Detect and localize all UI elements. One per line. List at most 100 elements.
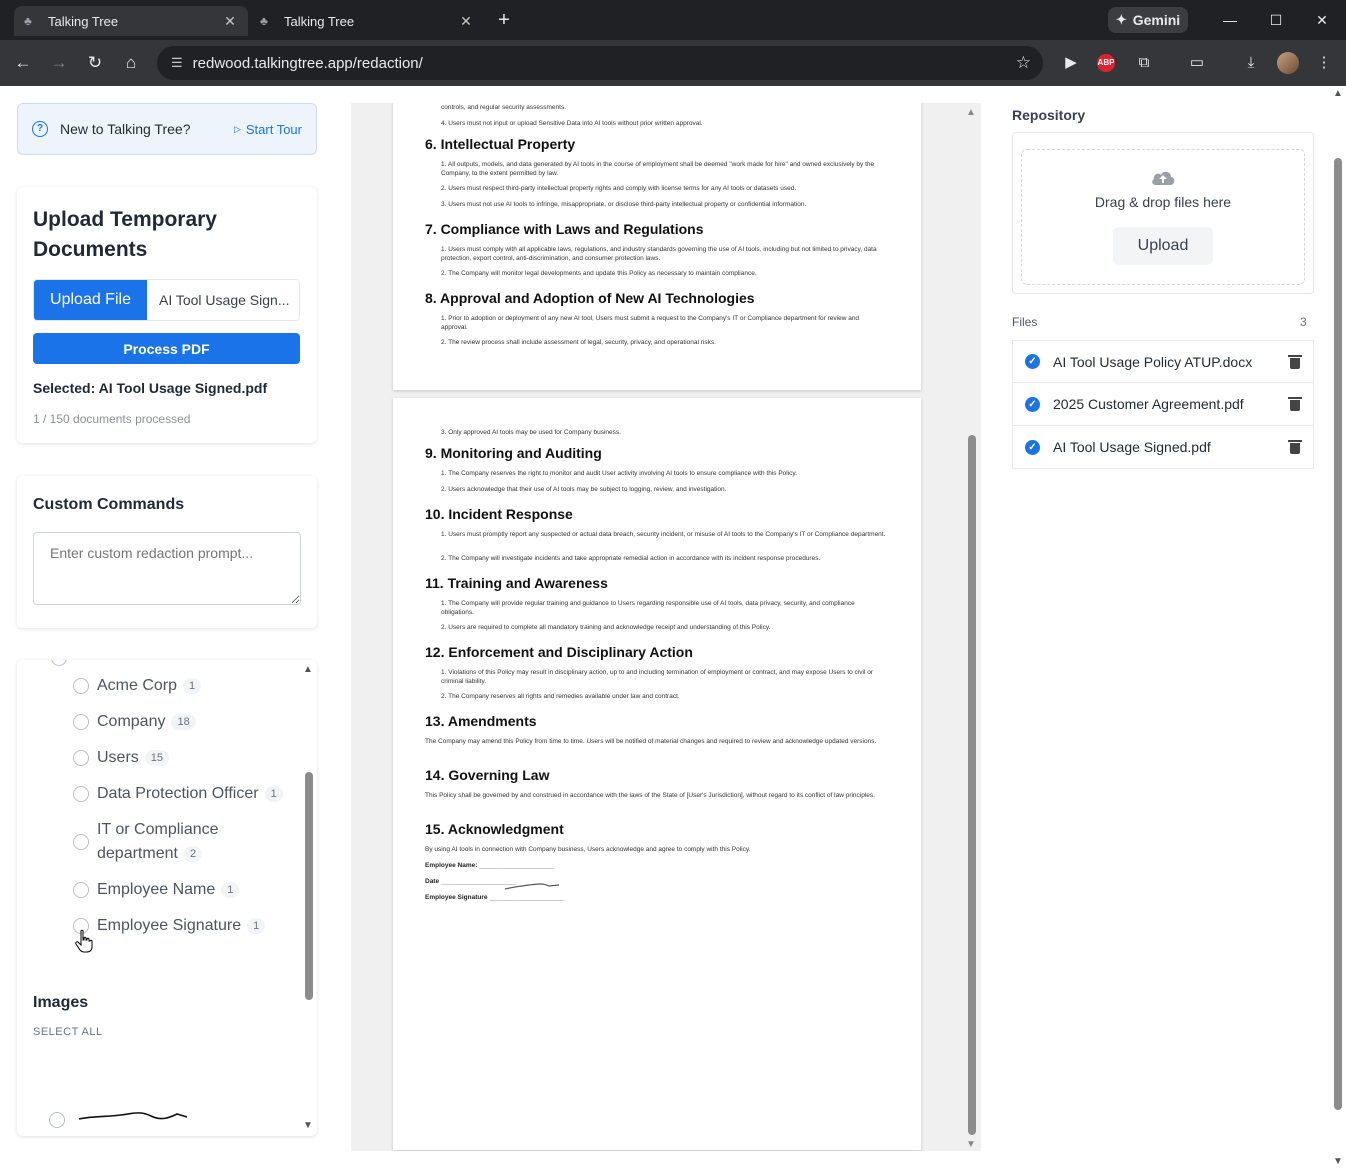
url-text[interactable]: redwood.talkingtree.app/redaction/ [193,55,1016,72]
entity-radio-acme-corp[interactable] [73,678,89,694]
files-title: Files [1012,315,1038,329]
doc-paragraph: This Policy shall be governed by and con… [425,792,875,799]
new-tab-button[interactable]: + [492,9,516,33]
doc-heading: 9. Monitoring and Auditing [425,445,602,461]
browser-toolbar: ← → ↻ ⌂ ☰ redwood.talkingtree.app/redact… [0,40,1346,86]
signature-image-thumbnail[interactable] [77,1108,189,1124]
address-bar[interactable]: ☰ redwood.talkingtree.app/redaction/ ☆ [157,46,1043,80]
kebab-menu-icon[interactable]: ⋮ [1313,53,1335,73]
check-circle-icon: ✓ [1025,396,1040,412]
scroll-up-arrow-icon[interactable]: ▲ [303,664,313,675]
entity-label: Data Protection Officer [97,785,259,802]
entity-item: Data Protection Officer 1 [97,782,283,806]
scroll-down-arrow-icon[interactable]: ▼ [303,1120,313,1131]
profile-avatar[interactable] [1277,52,1299,74]
doc-list-item: 1. Violations of this Policy may result … [441,669,873,685]
doc-heading: 12. Enforcement and Disciplinary Action [425,644,693,660]
entity-item: Company 18 [97,710,196,734]
scroll-up-arrow-icon[interactable]: ▲ [966,107,976,118]
doc-list-item: 1. Prior to adoption or deployment of an… [441,315,860,331]
select-all-link[interactable]: SELECT ALL [33,1026,103,1038]
file-input-group[interactable]: Upload File AI Tool Usage Sign... [33,279,300,321]
entity-radio-employee-name[interactable] [73,882,89,898]
entity-count-badge: 1 [247,917,266,934]
employee-signature-field: Employee Signature _____________________… [425,894,565,901]
scroll-down-arrow-icon[interactable]: ▼ [1333,1156,1343,1167]
entity-count-badge: 1 [183,677,202,694]
entity-count-badge: 15 [144,749,170,766]
upload-title: Upload Temporary Documents [33,208,217,261]
file-name: 2025 Customer Agreement.pdf [1053,396,1244,412]
gemini-button[interactable]: ✦ Gemini [1108,7,1188,33]
hand-pointer-cursor-icon [75,929,93,953]
extensions-puzzle-icon[interactable]: ⧉ [1133,53,1155,73]
doc-heading: 8. Approval and Adoption of New AI Techn… [425,290,755,306]
file-item[interactable]: ✓ AI Tool Usage Policy ATUP.docx [1012,340,1314,383]
pdf-page-1: controls, and regular security assessmen… [393,103,921,390]
tab-title: Talking Tree [284,13,355,29]
close-tab-icon[interactable]: ✕ [458,13,474,30]
selected-file-label: Selected: AI Tool Usage Signed.pdf [33,380,268,396]
employee-name-field: Employee Name: ________________________ [425,862,554,869]
image-radio[interactable] [49,1112,65,1128]
sparkle-icon: ✦ [1115,12,1127,27]
home-icon[interactable]: ⌂ [119,51,143,75]
trash-icon[interactable] [1288,440,1302,454]
entity-radio[interactable] [51,660,67,666]
reload-icon[interactable]: ↻ [83,51,107,75]
reading-mode-icon[interactable]: ▭ [1186,53,1208,73]
forward-arrow-icon[interactable]: → [47,51,71,75]
tree-favicon-icon: ♣ [260,14,268,28]
browser-tab[interactable]: ♣ Talking Tree ✕ [250,6,484,36]
browser-tab-active[interactable]: ♣ Talking Tree ✕ [14,6,248,36]
entity-radio-data-protection-officer[interactable] [73,786,89,802]
bookmark-star-icon[interactable]: ☆ [1016,53,1031,73]
page-scrollbar-thumb[interactable] [1334,158,1342,1110]
entities-scrollbar-thumb[interactable] [305,772,313,1000]
entity-radio-company[interactable] [73,714,89,730]
repository-upload-button[interactable]: Upload [1113,227,1213,265]
custom-commands-title: Custom Commands [33,496,185,513]
doc-line: controls, and regular security assessmen… [441,104,566,111]
adblock-extension-icon[interactable]: ABP [1097,54,1115,72]
field-blank: ________________________ [479,862,554,869]
entity-count-badge: 18 [171,713,196,730]
doc-list-item: 3. Users must not use AI tools to infrin… [441,201,807,208]
close-tab-icon[interactable]: ✕ [222,13,238,30]
process-pdf-button[interactable]: Process PDF [33,333,300,364]
start-tour-label: Start Tour [245,121,302,137]
back-arrow-icon[interactable]: ← [11,51,35,75]
entity-label: Company [97,713,166,730]
viewer-scrollbar-thumb[interactable] [968,435,976,1135]
maximize-button[interactable]: ☐ [1264,8,1288,32]
download-icon[interactable]: ⤓ [1240,53,1262,73]
trash-icon[interactable] [1288,354,1302,369]
file-item[interactable]: ✓ 2025 Customer Agreement.pdf [1012,383,1314,426]
entity-radio-it-compliance[interactable] [73,834,89,850]
site-settings-icon[interactable]: ☰ [171,55,183,71]
scroll-up-arrow-icon[interactable]: ▲ [1333,88,1343,99]
trash-icon[interactable] [1288,397,1302,411]
tab-title: Talking Tree [48,13,119,29]
minimize-button[interactable]: — [1218,8,1242,32]
doc-list-item: 2. The Company reserves all rights and r… [441,693,680,700]
close-window-button[interactable]: ✕ [1310,8,1334,32]
file-item[interactable]: ✓ AI Tool Usage Signed.pdf [1012,426,1314,469]
doc-line: 4. Users must not input or upload Sensit… [441,120,703,127]
doc-paragraph: The Company may amend this Policy from t… [425,738,877,745]
start-tour-button[interactable]: ▷ Start Tour [234,122,302,137]
doc-list-item: 2. The review process shall include asse… [441,339,716,346]
files-count: 3 [1300,315,1307,329]
tour-banner: ? New to Talking Tree? ▷ Start Tour [17,103,317,155]
media-extension-icon[interactable]: ▶ [1060,53,1082,73]
scroll-down-arrow-icon[interactable]: ▼ [966,1139,976,1150]
help-circle-icon: ? [32,121,48,137]
tour-text: New to Talking Tree? [60,121,191,137]
entity-radio-users[interactable] [73,750,89,766]
entity-label: Users [97,749,139,766]
file-list: ✓ AI Tool Usage Policy ATUP.docx ✓ 2025 … [1012,340,1314,469]
upload-file-button[interactable]: Upload File [34,280,147,320]
entity-item: Users 15 [97,746,170,770]
entity-count-badge: 1 [221,881,240,898]
custom-prompt-input[interactable] [33,532,301,605]
